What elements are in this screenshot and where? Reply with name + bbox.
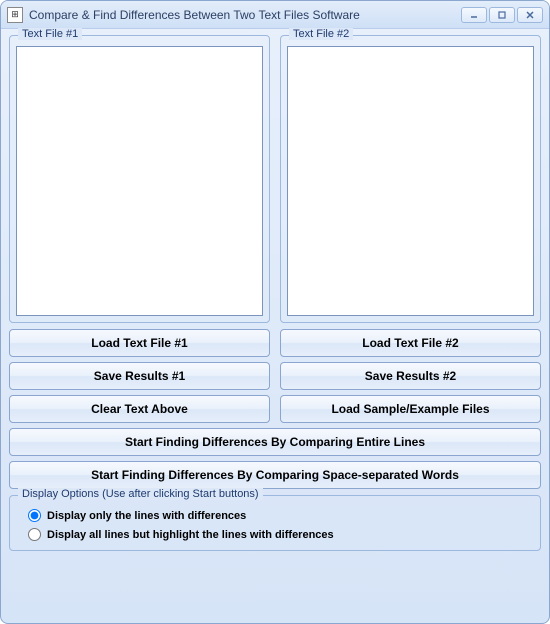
close-button[interactable] <box>517 7 543 23</box>
file2-textarea[interactable] <box>287 46 534 316</box>
minimize-button[interactable] <box>461 7 487 23</box>
display-options-group: Display Options (Use after clicking Star… <box>9 495 541 551</box>
display-option-2-label: Display all lines but highlight the line… <box>47 529 334 541</box>
display-option-2-row[interactable]: Display all lines but highlight the line… <box>16 525 534 544</box>
content-area: Text File #1 Text File #2 Load Text File… <box>1 29 549 623</box>
file2-group: Text File #2 <box>280 35 541 323</box>
file1-group: Text File #1 <box>9 35 270 323</box>
start-words-button[interactable]: Start Finding Differences By Comparing S… <box>9 461 541 489</box>
window-title: Compare & Find Differences Between Two T… <box>29 8 461 22</box>
display-option-1-label: Display only the lines with differences <box>47 510 246 522</box>
maximize-button[interactable] <box>489 7 515 23</box>
display-option-2-radio[interactable] <box>28 528 41 541</box>
file-panels-row: Text File #1 Text File #2 <box>9 35 541 323</box>
load-file2-button[interactable]: Load Text File #2 <box>280 329 541 357</box>
app-window: ⊞ Compare & Find Differences Between Two… <box>0 0 550 624</box>
file1-textarea[interactable] <box>16 46 263 316</box>
display-option-1-row[interactable]: Display only the lines with differences <box>16 506 534 525</box>
app-icon: ⊞ <box>7 7 23 23</box>
display-options-legend: Display Options (Use after clicking Star… <box>18 488 263 500</box>
start-lines-button[interactable]: Start Finding Differences By Comparing E… <box>9 428 541 456</box>
save-results2-button[interactable]: Save Results #2 <box>280 362 541 390</box>
save-results1-button[interactable]: Save Results #1 <box>9 362 270 390</box>
button-grid: Load Text File #1 Load Text File #2 Save… <box>9 329 541 489</box>
display-option-1-radio[interactable] <box>28 509 41 522</box>
load-file1-button[interactable]: Load Text File #1 <box>9 329 270 357</box>
load-sample-button[interactable]: Load Sample/Example Files <box>280 395 541 423</box>
file2-legend: Text File #2 <box>289 28 353 40</box>
clear-text-button[interactable]: Clear Text Above <box>9 395 270 423</box>
titlebar: ⊞ Compare & Find Differences Between Two… <box>1 1 549 29</box>
file1-legend: Text File #1 <box>18 28 82 40</box>
window-controls <box>461 7 543 23</box>
